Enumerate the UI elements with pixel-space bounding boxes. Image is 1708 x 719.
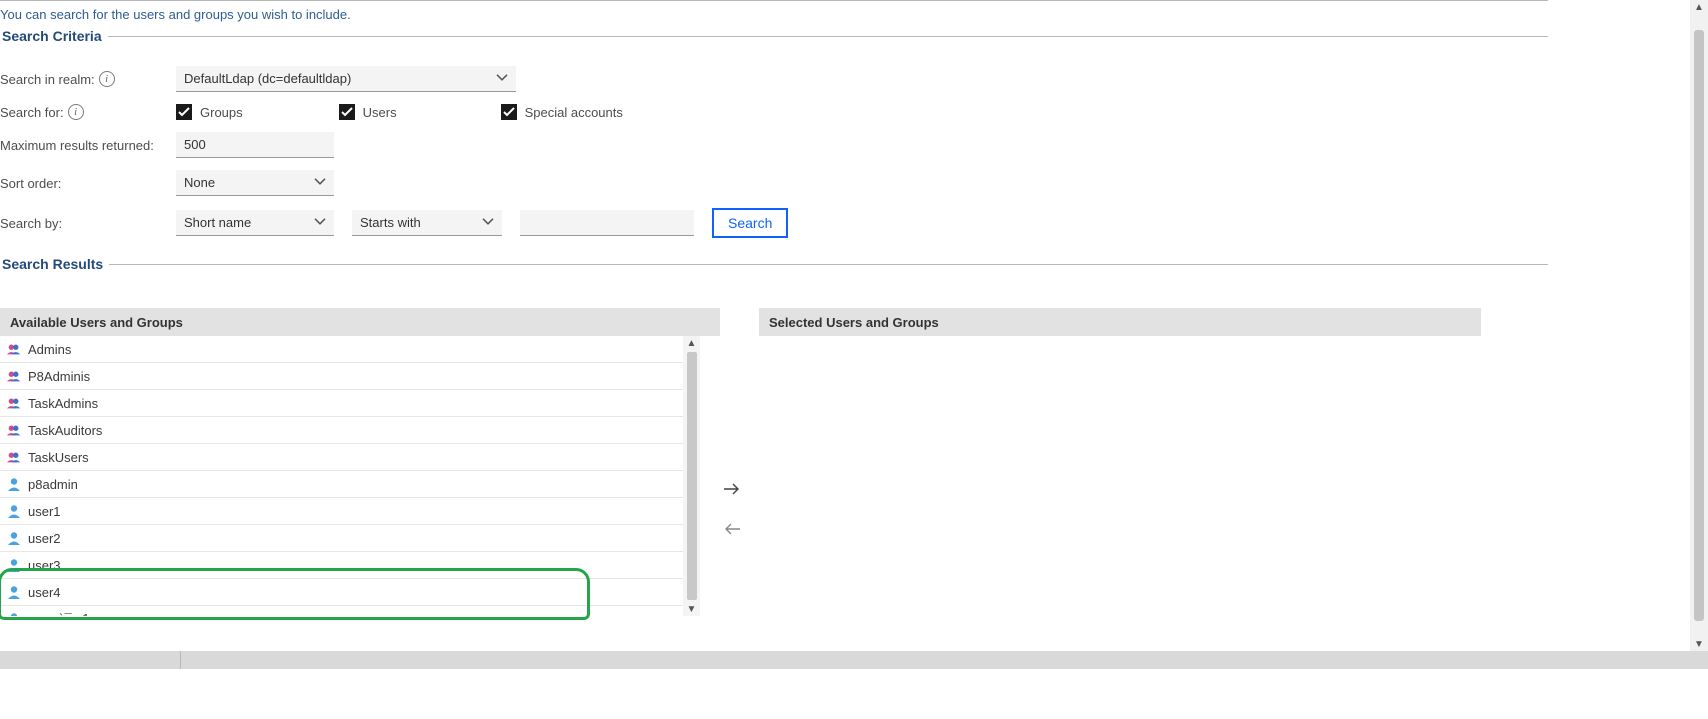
list-item-label: user2 — [28, 531, 61, 546]
list-item[interactable]: æµè¯1 — [0, 606, 685, 616]
selected-panel: Selected Users and Groups — [759, 308, 1461, 616]
list-item-label: TaskAuditors — [28, 423, 102, 438]
list-item[interactable]: TaskUsers — [0, 444, 685, 471]
chevron-down-icon — [496, 73, 508, 81]
list-item-label: p8admin — [28, 477, 78, 492]
chevron-down-icon — [482, 217, 494, 225]
search-for-label: Search for: i — [0, 104, 176, 120]
checkbox-label: Special accounts — [525, 105, 623, 120]
search-by-label: Search by: — [0, 216, 176, 231]
search-term-input[interactable] — [520, 210, 694, 236]
available-body: Admins P8Adminis TaskAdmins TaskAuditors Tas… — [0, 336, 700, 616]
list-item-label: user3 — [28, 558, 61, 573]
list-item-label: TaskUsers — [28, 450, 89, 465]
checkbox-special-accounts[interactable]: Special accounts — [501, 104, 623, 120]
scroll-thumb[interactable] — [1694, 30, 1704, 621]
available-list[interactable]: Admins P8Adminis TaskAdmins TaskAuditors Tas… — [0, 336, 685, 616]
list-item[interactable]: user1 — [0, 498, 685, 525]
checkbox-label: Users — [363, 105, 397, 120]
status-segment — [0, 651, 181, 669]
section-rule — [108, 36, 1548, 37]
section-title: Search Criteria — [2, 28, 102, 44]
user-icon — [6, 531, 22, 545]
scroll-up-icon[interactable]: ▲ — [1690, 0, 1708, 14]
scroll-up-icon[interactable]: ▲ — [683, 336, 700, 350]
scroll-thumb[interactable] — [687, 352, 697, 600]
move-left-button[interactable] — [720, 519, 744, 539]
search-by-value: Short name — [184, 215, 251, 230]
list-item[interactable]: user3 — [0, 552, 685, 579]
section-rule — [109, 264, 1548, 265]
search-by-row: Short name Starts with Search — [176, 208, 1548, 238]
section-title: Search Results — [2, 256, 103, 272]
available-header: Available Users and Groups — [0, 308, 720, 336]
max-results-input[interactable] — [176, 132, 334, 158]
list-item-label: TaskAdmins — [28, 396, 98, 411]
sort-order-label: Sort order: — [0, 176, 176, 191]
info-icon[interactable]: i — [68, 104, 84, 120]
scroll-down-icon[interactable]: ▼ — [683, 602, 700, 616]
mover-buttons — [705, 402, 759, 616]
list-item[interactable]: user2 — [0, 525, 685, 552]
checkbox-checked-icon — [501, 104, 517, 120]
checkbox-groups[interactable]: Groups — [176, 104, 243, 120]
search-criteria-form: Search in realm: i DefaultLdap (dc=defau… — [0, 66, 1548, 238]
checkbox-label: Groups — [200, 105, 243, 120]
group-icon — [6, 342, 22, 356]
user-icon — [6, 477, 22, 491]
realm-dropdown[interactable]: DefaultLdap (dc=defaultldap) — [176, 66, 516, 92]
selected-header: Selected Users and Groups — [759, 308, 1481, 336]
selected-list[interactable] — [759, 336, 1461, 616]
sort-order-value: None — [184, 175, 215, 190]
available-panel: Available Users and Groups AdminsP8Admin… — [0, 308, 705, 616]
list-item[interactable]: Admins — [0, 336, 685, 363]
list-item-label: æµè¯1 — [28, 611, 90, 617]
max-results-label: Maximum results returned: — [0, 138, 176, 153]
group-icon — [6, 450, 22, 464]
list-item-label: user1 — [28, 504, 61, 519]
user-icon — [6, 612, 22, 616]
realm-value: DefaultLdap (dc=defaultldap) — [184, 71, 351, 86]
chevron-down-icon — [314, 177, 326, 185]
list-item[interactable]: p8admin — [0, 471, 685, 498]
checkbox-users[interactable]: Users — [339, 104, 397, 120]
section-header-results: Search Results — [0, 256, 1548, 272]
list-item[interactable]: TaskAdmins — [0, 390, 685, 417]
results-wrap: Available Users and Groups Admins P8Admin… — [0, 308, 1548, 616]
match-dropdown[interactable]: Starts with — [352, 210, 502, 236]
search-by-dropdown[interactable]: Short name — [176, 210, 334, 236]
move-right-button[interactable] — [720, 479, 744, 499]
checkbox-checked-icon — [339, 104, 355, 120]
info-icon[interactable]: i — [99, 71, 115, 87]
search-button[interactable]: Search — [712, 208, 788, 238]
intro-text: You can search for the users and groups … — [0, 7, 1548, 22]
list-item-label: Admins — [28, 342, 71, 357]
list-item[interactable]: TaskAuditors — [0, 417, 685, 444]
page-body: You can search for the users and groups … — [0, 0, 1548, 651]
search-for-checkbox-row: Groups Users Special accounts — [176, 104, 1548, 120]
available-scrollbar[interactable]: ▲ ▼ — [683, 336, 700, 616]
realm-label: Search in realm: i — [0, 71, 176, 87]
list-item-label: P8Adminis — [28, 369, 90, 384]
section-header-criteria: Search Criteria — [0, 28, 1548, 44]
checkbox-checked-icon — [176, 104, 192, 120]
user-icon — [6, 504, 22, 518]
sort-order-dropdown[interactable]: None — [176, 170, 334, 196]
scroll-down-icon[interactable]: ▼ — [1690, 637, 1708, 651]
list-item-label: user4 — [28, 585, 61, 600]
group-icon — [6, 369, 22, 383]
group-icon — [6, 423, 22, 437]
match-value: Starts with — [360, 215, 421, 230]
status-bar — [0, 651, 1708, 669]
list-item[interactable]: P8Adminis — [0, 363, 685, 390]
page-scrollbar[interactable]: ▲ ▼ — [1690, 0, 1708, 651]
user-icon — [6, 585, 22, 599]
chevron-down-icon — [314, 217, 326, 225]
list-item[interactable]: user4 — [0, 579, 685, 606]
user-icon — [6, 558, 22, 572]
group-icon — [6, 396, 22, 410]
